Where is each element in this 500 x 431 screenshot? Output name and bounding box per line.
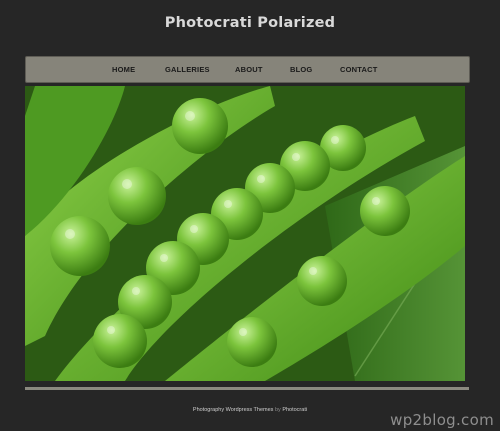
nav-item-contact[interactable]: CONTACT — [340, 57, 378, 82]
footer-photocrati-link[interactable]: Photocrati — [282, 407, 307, 413]
watermark: wp2blog.com — [390, 411, 494, 429]
nav-item-galleries[interactable]: GALLERIES — [165, 57, 210, 82]
nav-item-about[interactable]: ABOUT — [235, 57, 263, 82]
nav-item-home[interactable]: HOME — [112, 57, 135, 82]
hero-image-peas — [25, 86, 465, 381]
main-navigation: HOME GALLERIES ABOUT BLOG CONTACT — [25, 56, 470, 83]
footer-divider — [25, 387, 469, 390]
footer-by-text: by — [274, 407, 281, 413]
footer-themes-link[interactable]: Photography Wordpress Themes — [193, 407, 274, 413]
nav-item-blog[interactable]: BLOG — [290, 57, 312, 82]
site-title[interactable]: Photocrati Polarized — [0, 15, 500, 31]
